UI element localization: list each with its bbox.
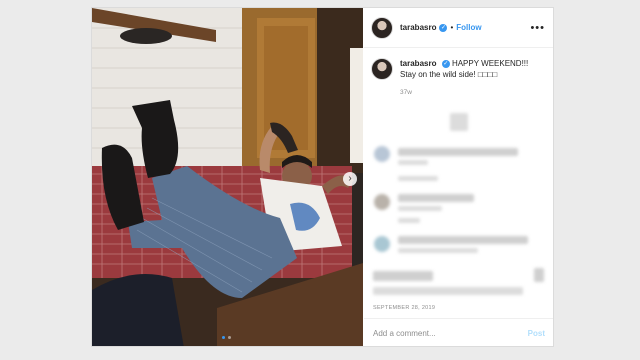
blurred-comment: [398, 160, 428, 165]
carousel-indicator: [222, 336, 231, 339]
caption: tarabasro ✓ HAPPY WEEKEND!!! Stay on the…: [371, 58, 546, 98]
blurred-commenter-avatar: [374, 236, 390, 252]
caption-avatar[interactable]: [371, 58, 393, 80]
post-comment-button[interactable]: Post: [528, 329, 545, 338]
blurred-bookmark-icon: [534, 268, 544, 282]
post-photo[interactable]: ›: [92, 8, 363, 346]
blurred-commenter-avatar: [374, 146, 390, 162]
next-image-button[interactable]: ›: [343, 172, 357, 186]
post-sidebar: tarabasro ✓ • Follow ••• tarabasro ✓ HAP…: [364, 8, 553, 346]
more-options-icon[interactable]: •••: [530, 22, 545, 34]
blurred-content: [450, 113, 468, 131]
blurred-comment: [398, 148, 518, 156]
blurred-comment: [398, 248, 478, 253]
comment-input[interactable]: [373, 329, 513, 338]
header-separator: •: [450, 23, 454, 32]
blurred-action-icons: [373, 271, 433, 281]
follow-button[interactable]: Follow: [456, 23, 481, 32]
user-avatar[interactable]: [371, 16, 393, 39]
blurred-actions: [364, 263, 553, 303]
carousel-dot: [228, 336, 231, 339]
post-header: tarabasro ✓ • Follow •••: [364, 8, 553, 48]
blurred-comment: [398, 236, 528, 244]
next-arrow-icon: ›: [348, 173, 352, 184]
blurred-comment: [398, 206, 442, 211]
caption-age: 37w: [400, 89, 412, 96]
verified-badge-icon: ✓: [439, 23, 448, 32]
blurred-commenter-avatar: [374, 194, 390, 210]
caption-username[interactable]: tarabasro: [400, 59, 436, 68]
caption-verified-badge-icon: ✓: [441, 59, 450, 68]
post-photo-illustration: [92, 8, 363, 346]
blurred-comment: [398, 176, 438, 181]
blurred-likes: [373, 287, 523, 295]
post-date: SEPTEMBER 28, 2019: [373, 305, 436, 311]
caption-body: tarabasro ✓ HAPPY WEEKEND!!! Stay on the…: [400, 58, 546, 98]
username-link[interactable]: tarabasro: [400, 23, 436, 32]
blurred-comment: [398, 218, 420, 223]
comment-bar: Post: [364, 318, 553, 346]
carousel-dot-active: [222, 336, 225, 339]
instagram-post: › tarabasro ✓ • Follow ••• tarabasro ✓ H…: [91, 7, 554, 347]
blurred-comment: [398, 194, 474, 202]
